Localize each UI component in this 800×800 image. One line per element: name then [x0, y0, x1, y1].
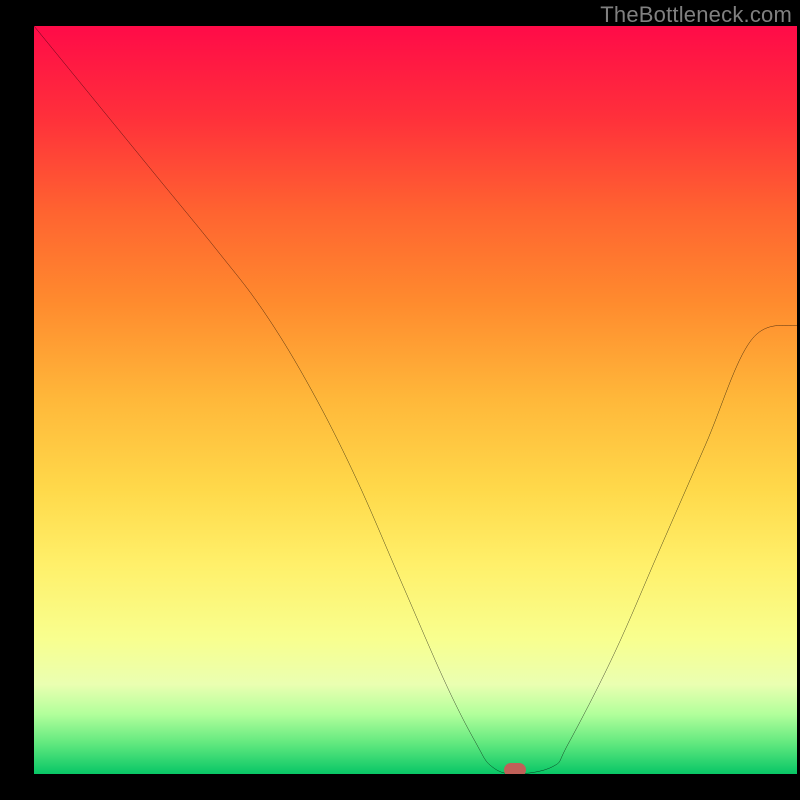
watermark-text: TheBottleneck.com: [600, 2, 792, 28]
optimum-marker: [504, 763, 526, 774]
plot-area: [34, 26, 797, 774]
bottleneck-curve: [34, 26, 797, 774]
chart-frame: TheBottleneck.com: [0, 0, 800, 800]
